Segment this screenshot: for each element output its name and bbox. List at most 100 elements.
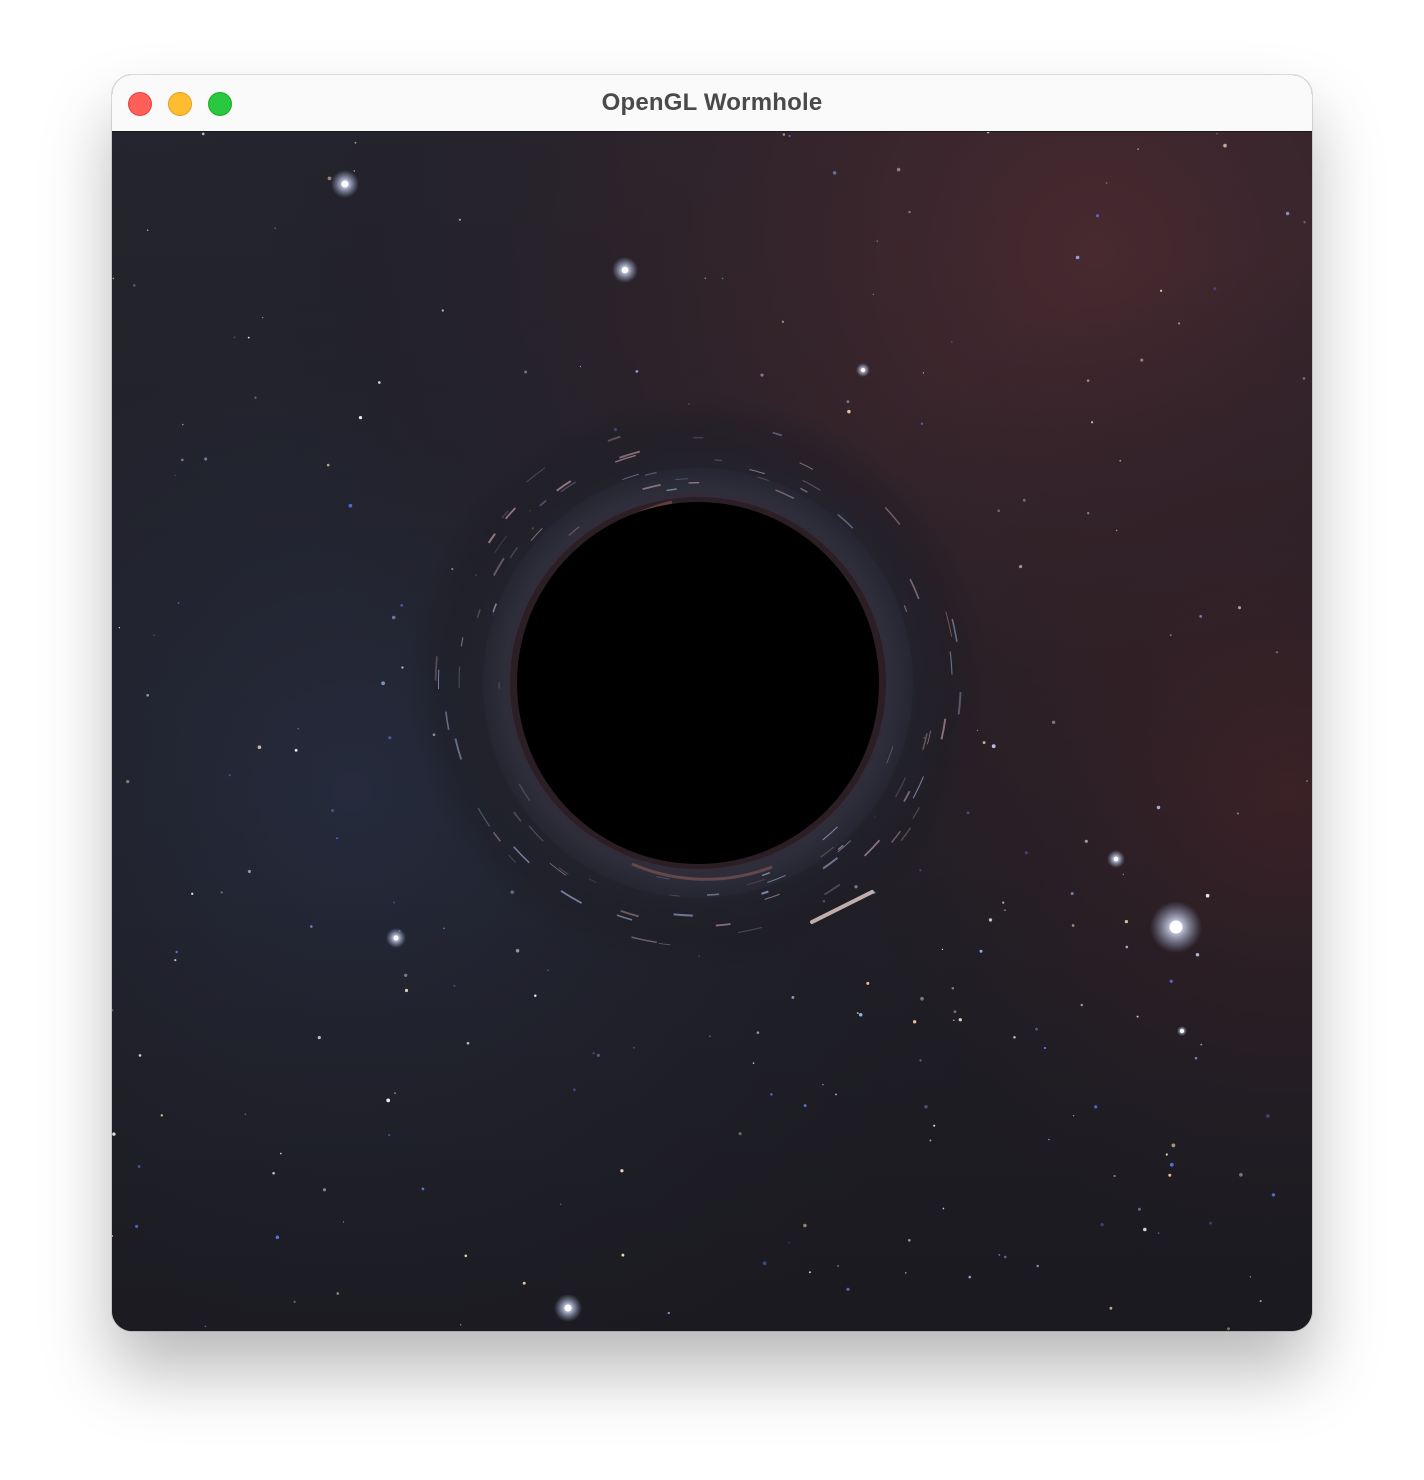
star [160,1114,163,1117]
star [330,808,335,813]
star [1125,945,1129,949]
star [667,1311,670,1315]
star [1194,1056,1198,1060]
lensed-streak [714,459,722,462]
star [524,370,528,374]
star [1275,651,1279,654]
star [275,1235,280,1240]
star [180,458,184,462]
star [832,171,837,175]
star [353,170,356,172]
star [635,370,639,373]
star [233,336,236,339]
star [310,925,313,928]
star [1306,780,1308,782]
star [204,457,208,461]
wormhole-core [517,502,879,864]
bright-star-core [621,266,629,274]
star [348,503,353,508]
star [770,1093,773,1096]
star [1237,606,1242,610]
star [1169,634,1172,637]
star [1013,1035,1016,1039]
bright-star-core [1180,1029,1184,1033]
star [620,1169,624,1173]
star [1087,512,1090,515]
star [272,1171,275,1175]
star [174,958,177,962]
star [908,1239,911,1242]
star [808,1271,811,1274]
star [1165,1153,1168,1156]
star [175,950,178,954]
star [837,1265,839,1267]
star [1094,1105,1098,1109]
star [933,1124,936,1127]
star [262,316,264,319]
star [979,949,983,953]
star [112,1132,116,1136]
star [704,277,706,279]
star [336,837,338,840]
star [342,1221,345,1223]
star [846,400,850,403]
star [1071,924,1075,927]
star [146,229,149,231]
star [858,1013,863,1017]
star [1157,1232,1160,1234]
star [803,1223,807,1228]
opengl-viewport[interactable] [112,132,1312,1331]
star [441,309,444,312]
star [920,996,924,1001]
star [908,210,911,214]
star [400,604,404,607]
star [1019,565,1023,569]
star [924,1105,928,1109]
star [1100,1223,1104,1227]
star [1109,1306,1113,1310]
star [1266,1114,1270,1118]
star [1070,892,1074,896]
star [1105,182,1108,184]
star [1156,805,1161,810]
star [181,423,184,426]
star [1035,1027,1038,1031]
star [1223,143,1227,148]
star [991,744,996,749]
title-bar[interactable]: OpenGL Wormhole [112,75,1312,132]
star [391,615,396,620]
star [1048,1138,1050,1141]
star [322,1188,327,1192]
star [174,474,176,477]
star [1143,1227,1147,1232]
star [579,365,582,368]
star [1213,287,1217,291]
star [953,1010,957,1014]
star [1209,1221,1212,1225]
star [968,1275,972,1279]
star [1036,1264,1039,1268]
star [951,986,955,990]
star [247,869,251,874]
star [547,969,549,971]
star [1003,1255,1007,1259]
star [752,1062,755,1064]
app-window: OpenGL Wormhole [112,75,1312,1331]
star [228,774,231,777]
star [1199,615,1203,618]
star [573,1088,576,1091]
star [1084,839,1088,843]
star [460,1324,462,1326]
star [326,463,330,467]
star [1285,211,1290,216]
star [782,133,786,136]
star [177,602,180,604]
star [788,134,791,138]
star [1136,1015,1139,1018]
star [621,1253,625,1257]
star [443,927,445,930]
star [846,1287,850,1291]
star [905,1272,907,1274]
star [1137,148,1139,150]
star [191,892,194,895]
